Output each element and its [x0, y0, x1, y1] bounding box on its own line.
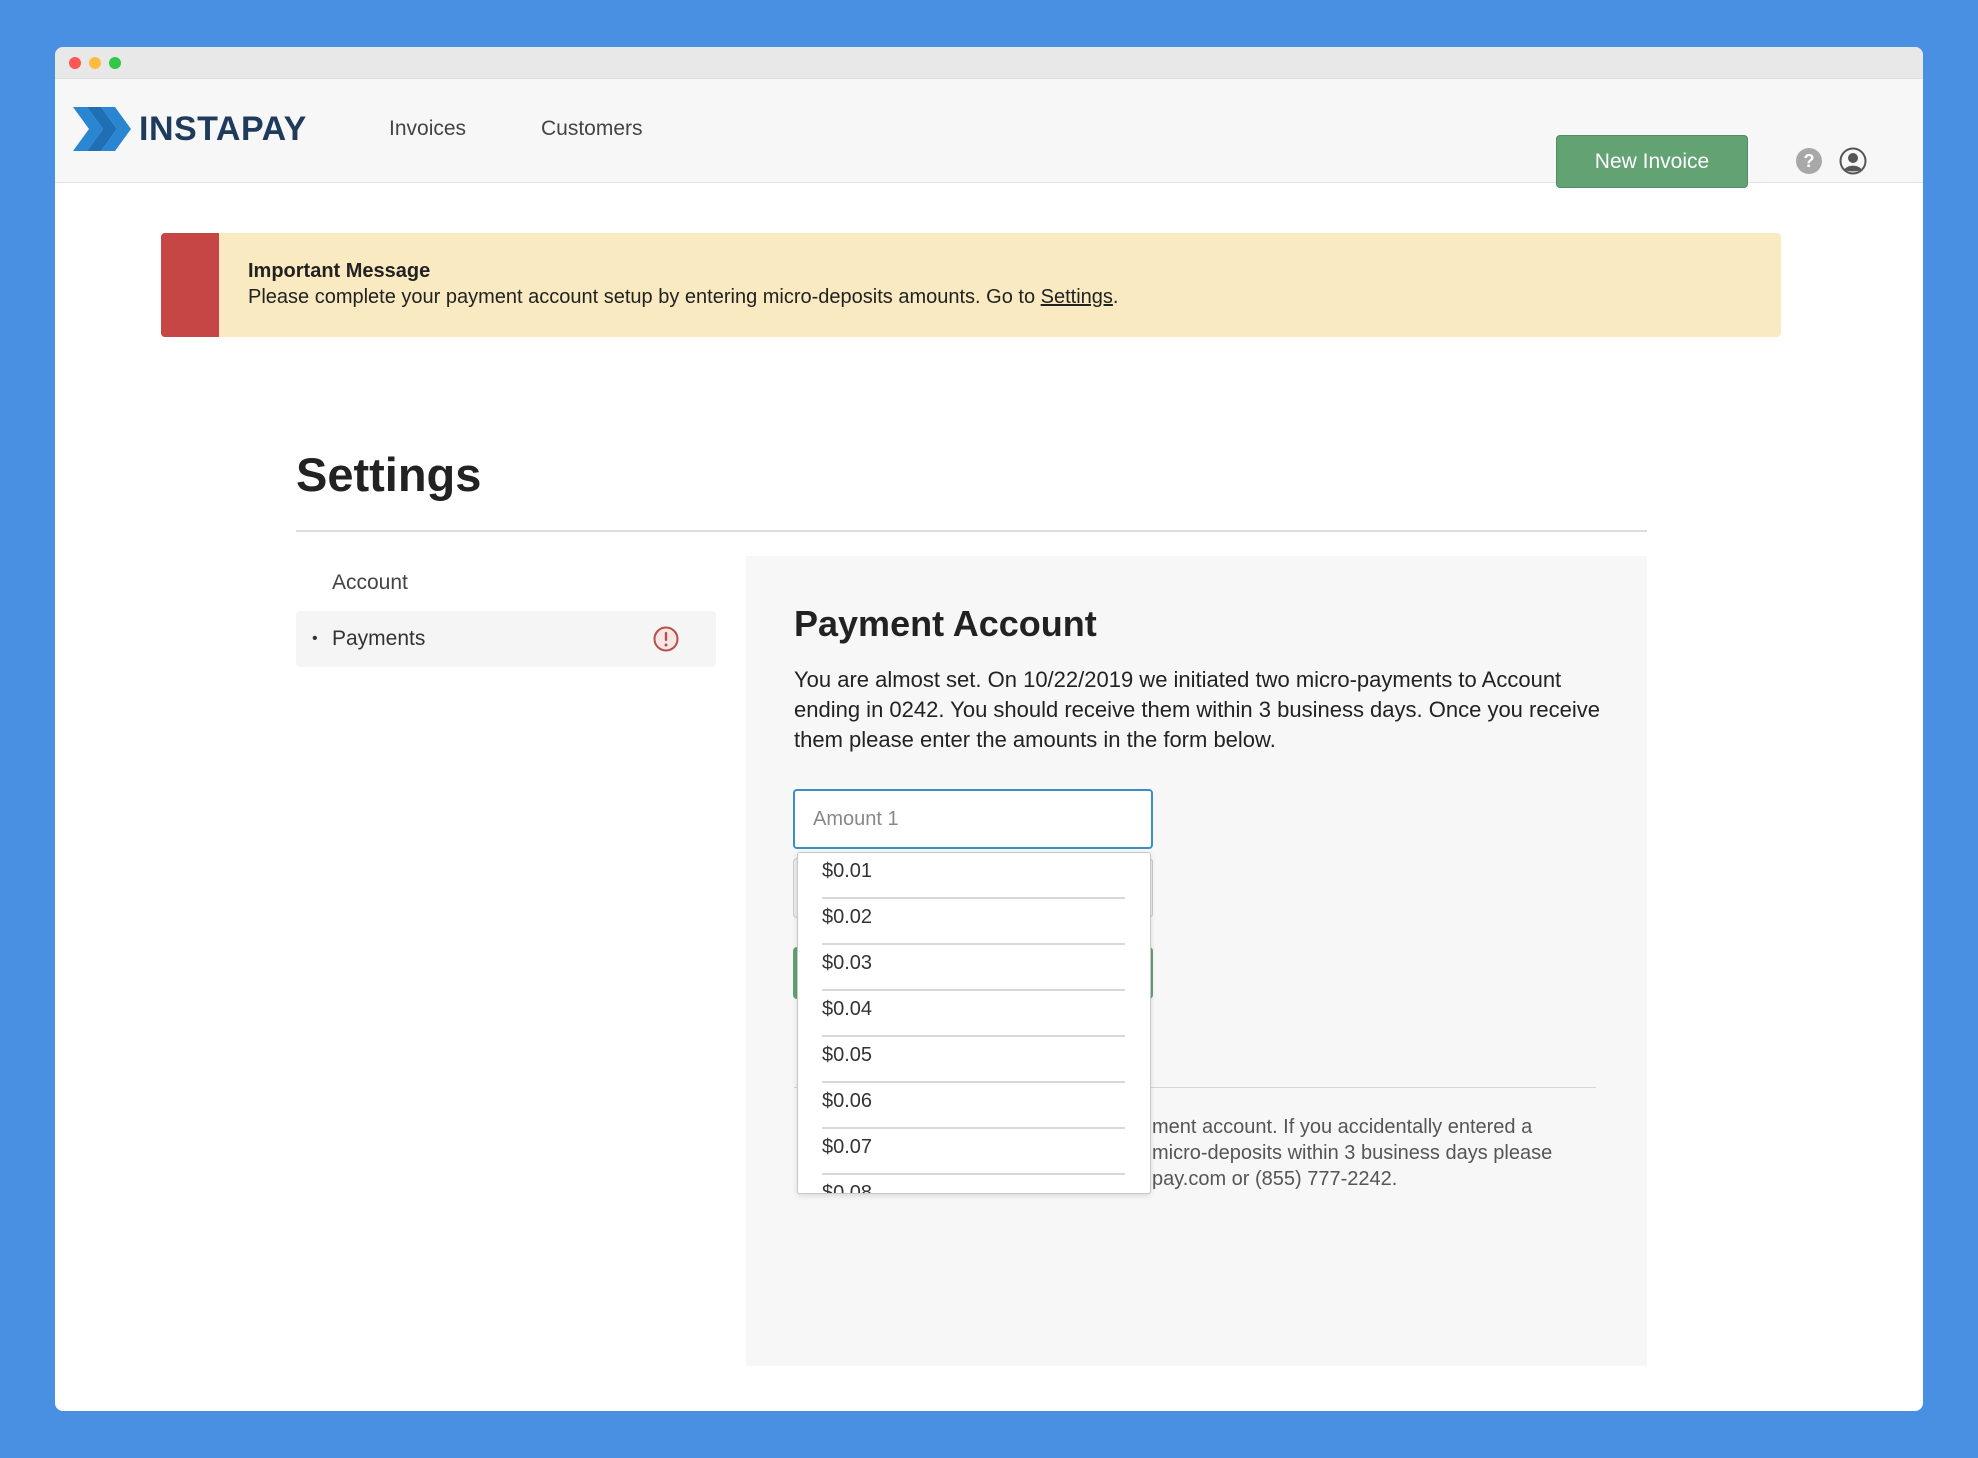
amount-dropdown-list[interactable]: $0.01 $0.02 $0.03 $0.04 $0.05 $0.06 $0.0…	[797, 852, 1151, 1194]
nav-link-invoices[interactable]: Invoices	[389, 117, 466, 141]
dropdown-option-label: $0.01	[822, 859, 873, 882]
brand-logo[interactable]: INSTAPAY	[73, 107, 307, 151]
important-message-alert: Important Message Please complete your p…	[161, 233, 1781, 337]
dropdown-option-label: $0.05	[822, 1043, 873, 1066]
payment-account-title: Payment Account	[794, 603, 1097, 644]
dropdown-option-label: $0.06	[822, 1089, 873, 1112]
user-account-icon[interactable]	[1839, 147, 1867, 180]
help-icon[interactable]: ?	[1795, 147, 1823, 180]
svg-text:?: ?	[1804, 151, 1815, 171]
dropdown-option[interactable]: $0.06	[822, 1083, 1125, 1129]
dropdown-option[interactable]: $0.02	[822, 899, 1125, 945]
dropdown-option-label: $0.02	[822, 905, 873, 928]
sidebar-item-payments[interactable]: • Payments	[296, 611, 716, 667]
page-title: Settings	[296, 448, 482, 501]
payment-account-description: You are almost set. On 10/22/2019 we ini…	[794, 667, 1600, 752]
dropdown-option[interactable]: $0.01	[822, 853, 1125, 899]
sidebar-item-label: Payments	[332, 627, 426, 650]
alert-body-suffix: .	[1112, 286, 1119, 308]
chevrons-logo-icon	[73, 107, 131, 151]
close-window-button[interactable]	[69, 57, 81, 69]
maximize-window-button[interactable]	[109, 57, 121, 69]
dropdown-option[interactable]: $0.05	[822, 1037, 1125, 1083]
dropdown-option[interactable]: $0.08	[822, 1175, 1125, 1194]
sidebar-item-account[interactable]: Account	[296, 555, 716, 611]
dropdown-option-label: $0.08	[822, 1181, 873, 1194]
dropdown-option-label: $0.03	[822, 951, 873, 974]
sidebar-item-label: Account	[332, 571, 408, 594]
dropdown-option-label: $0.07	[822, 1135, 873, 1158]
dropdown-option[interactable]: $0.03	[822, 945, 1125, 991]
top-navbar: INSTAPAY Invoices Customers New Invoice …	[55, 79, 1923, 188]
new-invoice-button[interactable]: New Invoice	[1556, 135, 1748, 188]
dropdown-option[interactable]: $0.07	[822, 1129, 1125, 1175]
nav-link-customers[interactable]: Customers	[541, 117, 643, 141]
alert-body: Please complete your payment account set…	[248, 286, 1118, 309]
alert-settings-link[interactable]: Settings	[1041, 286, 1113, 308]
dropdown-option-label: $0.04	[822, 997, 873, 1020]
minimize-window-button[interactable]	[89, 57, 101, 69]
alert-body-text: Please complete your payment account set…	[248, 286, 1041, 308]
window-titlebar	[55, 47, 1923, 79]
alert-title: Important Message	[248, 260, 431, 282]
dropdown-option[interactable]: $0.04	[822, 991, 1125, 1037]
amount-1-input[interactable]	[793, 789, 1153, 849]
browser-window: INSTAPAY Invoices Customers New Invoice …	[55, 47, 1923, 1411]
brand-name: INSTAPAY	[139, 109, 307, 148]
title-divider	[296, 530, 1647, 532]
alert-accent-bar	[161, 233, 219, 337]
active-bullet-icon: •	[312, 630, 318, 647]
warning-icon	[653, 626, 679, 658]
